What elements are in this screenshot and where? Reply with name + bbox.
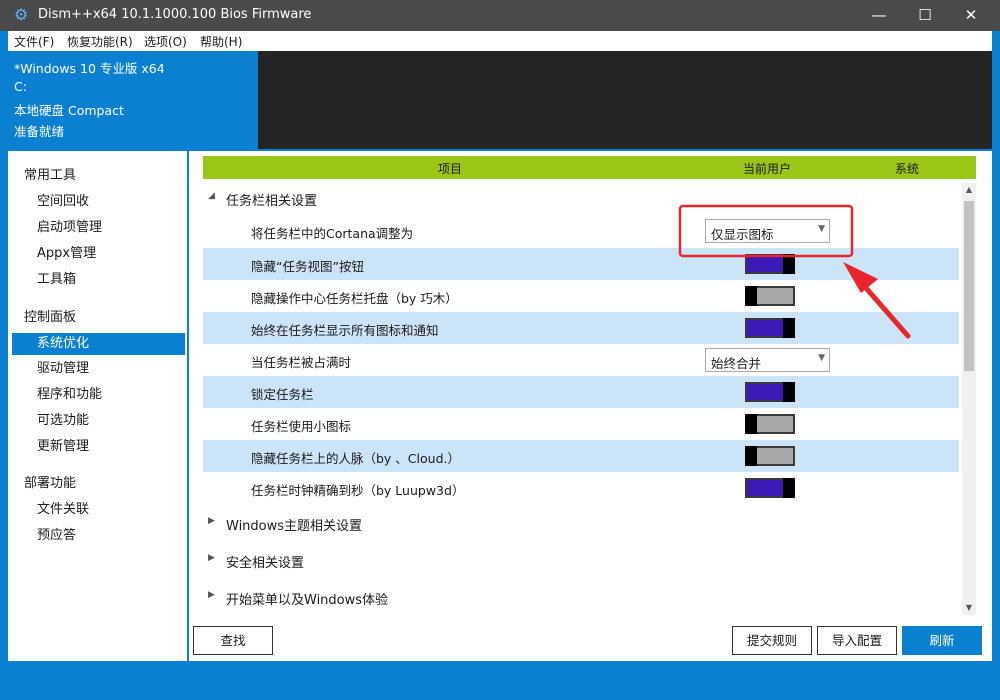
status-bar	[8, 663, 992, 692]
setting-label: 锁定任务栏	[251, 387, 314, 402]
setting-label: 隐藏任务栏上的人脉（by 、Cloud.）	[251, 451, 460, 466]
import-config-button[interactable]: 导入配置	[817, 626, 897, 655]
dropdown-value: 始终合并	[711, 356, 762, 371]
refresh-button[interactable]: 刷新	[902, 626, 982, 655]
sidebar-item-space-cleanup[interactable]: 空间回收	[12, 191, 185, 213]
menu-bar: 文件(F) 恢复功能(R) 选项(O) 帮助(H)	[8, 31, 992, 51]
setting-row: 任务栏时钟精确到秒（by Luupw3d）	[203, 472, 959, 504]
setting-label: 隐藏操作中心任务栏托盘（by 巧木）	[251, 291, 458, 306]
setting-label: 任务栏使用小图标	[251, 419, 352, 434]
sidebar-item-programs[interactable]: 程序和功能	[12, 384, 185, 406]
menu-options[interactable]: 选项(O)	[144, 33, 187, 50]
sidebar-item-drivers[interactable]: 驱动管理	[12, 358, 185, 380]
setting-row: 隐藏操作中心任务栏托盘（by 巧木）	[203, 280, 959, 312]
collapsed-arrow-icon: ▶	[208, 553, 215, 563]
sidebar-item-unattend[interactable]: 预应答	[12, 525, 185, 547]
setting-row: 将任务栏中的Cortana调整为 仅显示图标 ▼	[203, 215, 959, 247]
menu-restore[interactable]: 恢复功能(R)	[67, 33, 133, 50]
toggle-switch[interactable]	[745, 318, 795, 338]
menu-help[interactable]: 帮助(H)	[200, 33, 242, 50]
collapsed-arrow-icon: ▶	[208, 516, 215, 526]
drive-letter: C:	[14, 79, 27, 94]
section-security[interactable]: ▶ 安全相关设置	[203, 544, 959, 576]
setting-row: 锁定任务栏	[203, 376, 959, 408]
toggle-switch[interactable]	[745, 478, 795, 498]
cortana-dropdown[interactable]: 仅显示图标 ▼	[705, 219, 830, 243]
setting-label: 将任务栏中的Cortana调整为	[251, 226, 414, 241]
title-bar[interactable]: ⚙ Dism++x64 10.1.1000.100 Bios Firmware …	[0, 0, 1000, 31]
grid-header: 项目 当前用户 系统	[203, 156, 976, 179]
disk-type: 本地硬盘 Compact	[14, 103, 124, 118]
sidebar-item-appx[interactable]: Appx管理	[12, 243, 185, 265]
toggle-switch[interactable]	[745, 414, 795, 434]
expanded-arrow-icon: ◢	[208, 191, 215, 201]
chevron-down-icon: ▼	[818, 224, 825, 234]
sidebar-item-optional-features[interactable]: 可选功能	[12, 410, 185, 432]
setting-row: 任务栏使用小图标	[203, 408, 959, 440]
session-list-panel	[258, 51, 992, 149]
status-text: 准备就绪	[14, 124, 65, 139]
collapsed-arrow-icon: ▶	[208, 590, 215, 600]
window-title: Dism++x64 10.1.1000.100 Bios Firmware	[38, 7, 312, 22]
column-system[interactable]: 系统	[895, 160, 919, 177]
vertical-scrollbar[interactable]: ▲ ▼	[962, 183, 976, 615]
sidebar: 常用工具 空间回收 启动项管理 Appx管理 工具箱 控制面板 系统优化 驱动管…	[8, 151, 187, 661]
submit-rule-button[interactable]: 提交规则	[732, 626, 812, 655]
setting-row: 隐藏任务栏上的人脉（by 、Cloud.）	[203, 440, 959, 472]
toggle-switch[interactable]	[745, 286, 795, 306]
app-window: ⚙ Dism++x64 10.1.1000.100 Bios Firmware …	[0, 0, 1000, 700]
toggle-switch[interactable]	[745, 446, 795, 466]
minimize-button[interactable]: —	[856, 0, 902, 31]
column-item[interactable]: 项目	[438, 160, 462, 177]
taskbar-full-dropdown[interactable]: 始终合并 ▼	[705, 348, 830, 372]
toggle-switch[interactable]	[745, 382, 795, 402]
sidebar-item-updates[interactable]: 更新管理	[12, 436, 185, 458]
sidebar-item-file-assoc[interactable]: 文件关联	[12, 499, 185, 521]
close-button[interactable]: ✕	[948, 0, 994, 31]
sidebar-group-deploy: 部署功能	[24, 476, 77, 491]
toggle-switch[interactable]	[745, 254, 795, 274]
section-label: 安全相关设置	[226, 556, 305, 571]
dropdown-value: 仅显示图标	[711, 227, 774, 242]
section-taskbar[interactable]: ◢ 任务栏相关设置	[203, 182, 959, 214]
setting-label: 始终在任务栏显示所有图标和通知	[251, 323, 439, 338]
section-start-menu[interactable]: ▶ 开始菜单以及Windows体验	[203, 581, 959, 613]
gear-icon: ⚙	[14, 5, 29, 24]
setting-row: 当任务栏被占满时 始终合并 ▼	[203, 344, 959, 376]
setting-row: 始终在任务栏显示所有图标和通知	[203, 312, 959, 344]
setting-label: 任务栏时钟精确到秒（by Luupw3d）	[251, 483, 465, 498]
settings-panel: 项目 当前用户 系统 ◢ 任务栏相关设置 将任务栏中的Cortana调整为 仅显…	[189, 151, 992, 661]
section-label: Windows主题相关设置	[226, 519, 363, 534]
column-current-user[interactable]: 当前用户	[743, 160, 791, 177]
menu-file[interactable]: 文件(F)	[14, 33, 54, 50]
image-info-panel[interactable]: *Windows 10 专业版 x64 C: 本地硬盘 Compact 准备就绪	[8, 51, 258, 149]
os-name: *Windows 10 专业版 x64	[14, 61, 165, 76]
sidebar-item-toolbox[interactable]: 工具箱	[12, 269, 185, 291]
setting-row: 隐藏“任务视图”按钮	[203, 248, 959, 280]
setting-label: 隐藏“任务视图”按钮	[251, 259, 364, 274]
section-label: 开始菜单以及Windows体验	[226, 593, 389, 608]
sidebar-group-control-panel: 控制面板	[24, 310, 77, 325]
section-windows-theme[interactable]: ▶ Windows主题相关设置	[203, 507, 959, 539]
section-label: 任务栏相关设置	[226, 194, 318, 209]
chevron-down-icon: ▼	[818, 353, 825, 363]
scroll-up-icon[interactable]: ▲	[962, 183, 976, 197]
find-button[interactable]: 查找	[193, 626, 273, 655]
sidebar-item-startup[interactable]: 启动项管理	[12, 217, 185, 239]
sidebar-item-system-optimize[interactable]: 系统优化	[12, 333, 185, 355]
scroll-thumb[interactable]	[964, 201, 974, 371]
maximize-button[interactable]: ☐	[902, 0, 948, 31]
scroll-down-icon[interactable]: ▼	[962, 601, 976, 615]
sidebar-group-common-tools: 常用工具	[24, 168, 77, 183]
setting-label: 当任务栏被占满时	[251, 355, 352, 370]
